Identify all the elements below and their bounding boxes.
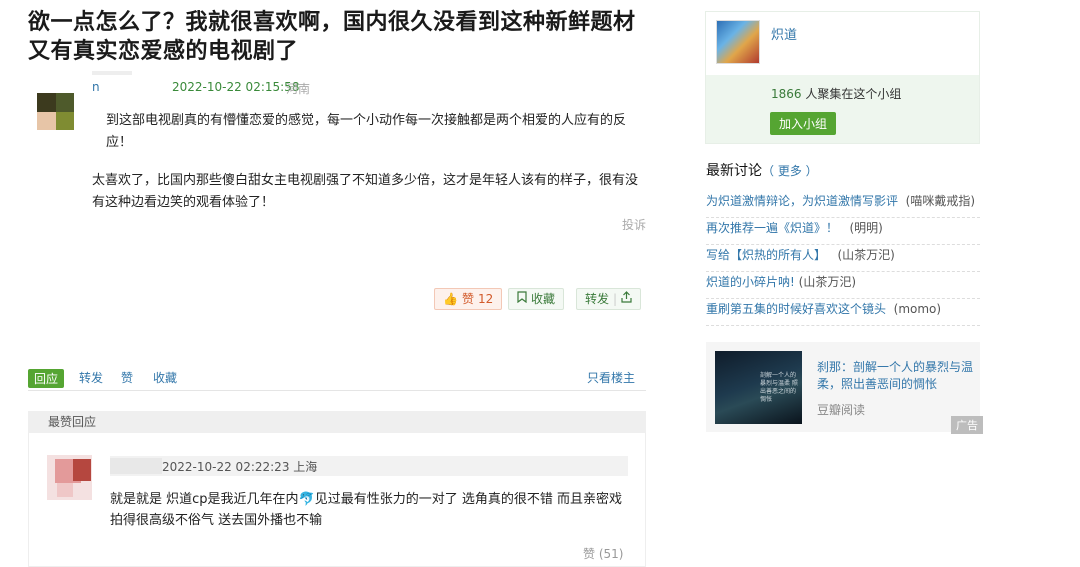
post-paragraph: 太喜欢了，比国内那些傻白甜女主电视剧强了不知道多少倍，这才是年轻人该有的样子，很… <box>92 173 639 210</box>
post-time: 2022-10-22 02:15:58 <box>172 80 300 94</box>
like-button[interactable]: 👍 赞 12 <box>434 288 503 310</box>
discussion-user: (momo) <box>893 302 942 316</box>
member-count-suffix: 人聚集在这个小组 <box>805 87 902 101</box>
group-member-count: 1866 人聚集在这个小组 <box>771 85 901 102</box>
discussion-user: (山茶万汜) <box>837 248 895 262</box>
share-divider: | <box>613 292 618 306</box>
post-location: 河南 <box>286 82 311 96</box>
reply-author-blur <box>110 458 162 474</box>
latest-title-text: 最新讨论 <box>706 163 762 179</box>
join-group-button[interactable]: 加入小组 <box>770 112 837 135</box>
author-name[interactable]: n <box>92 80 100 94</box>
divider <box>28 390 646 391</box>
ad-tag: 广告 <box>951 416 983 434</box>
like-link[interactable]: 赞 <box>121 369 133 386</box>
discussion-title[interactable]: 炽道的小碎片呐! <box>706 275 795 289</box>
ad-title[interactable]: 刹那：剖解一个人的暴烈与温柔，照出善恶间的惆怅 <box>817 359 973 393</box>
ad-cover-text: 剖解一个人的暴烈与温柔 照出善恶之间的惆怅 <box>760 372 798 403</box>
post-body: 到这部电视剧真的有懵懂恋爱的感觉，每一个小动作每一次接触都是两个相爱的人应有的反… <box>92 110 647 230</box>
discussion-item[interactable]: 重刷第五集的时候好喜欢这个镜头 (momo) <box>706 299 980 326</box>
discussion-title[interactable]: 写给【炽热的所有人】 <box>706 248 826 262</box>
discussion-title[interactable]: 重刷第五集的时候好喜欢这个镜头 <box>706 302 886 316</box>
reply-time-location: 2022-10-22 02:22:23 上海 <box>162 460 318 474</box>
top-replies-header: 最赞回应 <box>28 411 646 433</box>
discussion-item[interactable]: 炽道的小碎片呐! (山茶万汜) <box>706 272 980 299</box>
collect-link[interactable]: 收藏 <box>153 369 177 386</box>
favorite-label: 收藏 <box>531 292 556 306</box>
share-icon <box>621 289 632 309</box>
ad-source: 豆瓣阅读 <box>817 403 866 417</box>
report-link[interactable]: 投诉 <box>622 216 646 233</box>
favorite-button[interactable]: 收藏 <box>508 288 565 310</box>
author-avatar[interactable] <box>37 93 74 130</box>
like-label: 赞 <box>461 292 474 306</box>
bookmark-icon <box>517 289 527 309</box>
reply-avatar[interactable] <box>47 455 92 500</box>
reply-vote-button[interactable]: 赞 (51) <box>583 545 623 562</box>
discussion-item[interactable]: 为炽道激情辩论，为炽道激情写影评 (喵咪戴戒指) <box>706 191 980 218</box>
author-name-blur <box>92 71 132 75</box>
share-button[interactable]: 转发 | <box>576 288 642 310</box>
reply-text: 就是就是 炽道cp是我近几年在内🐬见过最有性张力的一对了 选角真的很不错 而且亲… <box>110 492 622 528</box>
discussion-user: (喵咪戴戒指) <box>905 194 976 208</box>
reply-button[interactable]: 回应 <box>28 369 65 388</box>
group-thumbnail[interactable] <box>716 20 760 64</box>
thumbs-up-icon: 👍 <box>443 292 458 306</box>
discussion-item[interactable]: 写给【炽热的所有人】 (山茶万汜) <box>706 245 980 272</box>
more-link[interactable]: （ 更多 ） <box>762 164 818 178</box>
group-name-link[interactable]: 炽道 <box>771 24 797 43</box>
share-label: 转发 <box>585 292 610 306</box>
post-paragraph: 到这部电视剧真的有懵懂恋爱的感觉，每一个小动作每一次接触都是两个相爱的人应有的反… <box>106 113 627 150</box>
discussion-title[interactable]: 为炽道激情辩论，为炽道激情写影评 <box>706 194 898 208</box>
only-op-link[interactable]: 只看楼主 <box>587 369 635 386</box>
discussion-item[interactable]: 再次推荐一遍《炽道》！ (明明) <box>706 218 980 245</box>
discussion-user: (明明) <box>849 221 883 235</box>
discussion-user: (山茶万汜) <box>798 275 857 289</box>
member-count: 1866 <box>771 87 802 101</box>
post-title: 欲一点怎么了？我就很喜欢啊，国内很久没看到这种新鲜题材又有真实恋爱感的电视剧了 <box>28 10 636 64</box>
latest-discussions-title: 最新讨论（ 更多 ） <box>706 160 818 180</box>
like-count: 12 <box>477 292 494 306</box>
discussion-title[interactable]: 再次推荐一遍《炽道》！ <box>706 221 838 235</box>
forward-link[interactable]: 转发 <box>79 369 103 386</box>
